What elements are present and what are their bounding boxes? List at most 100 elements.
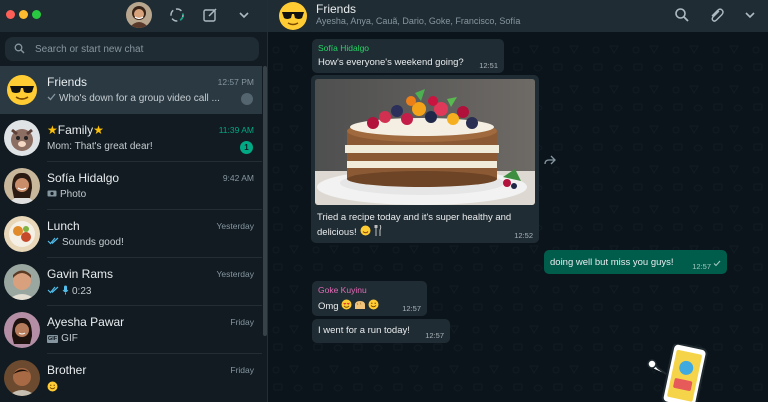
- chat-list-scrollbar[interactable]: [263, 66, 267, 336]
- chevron-down-icon[interactable]: [742, 7, 758, 28]
- message-sender: Goke Kuyinu: [318, 285, 367, 295]
- chat-item-lunch[interactable]: Lunch Sounds good! Yesterday: [0, 210, 262, 258]
- gif-icon: GIF: [47, 334, 59, 343]
- chat-time: 12:57 PM: [217, 77, 254, 87]
- double-check-icon: [47, 237, 59, 248]
- window-close-button[interactable]: [6, 10, 15, 19]
- conversation-title: Friends: [316, 2, 357, 16]
- new-chat-icon[interactable]: [201, 6, 219, 24]
- message-text: I went for a run today!: [318, 325, 410, 336]
- chat-item-friends[interactable]: Friends Who's down for a group video cal…: [0, 66, 262, 114]
- conversation-panel: Friends Ayesha, Anya, Cauã, Dario, Goke,…: [268, 0, 768, 402]
- message-time: 12:57: [402, 304, 421, 313]
- star-icon: ★: [93, 123, 104, 137]
- status-icon[interactable]: [168, 6, 186, 24]
- chat-time: 9:42 AM: [222, 173, 254, 183]
- window-zoom-button[interactable]: [32, 10, 41, 19]
- bread-emoji-icon: [354, 300, 366, 313]
- message-bubble-incoming[interactable]: I went for a run today! 12:57: [312, 319, 450, 343]
- chat-time: Yesterday: [216, 269, 255, 279]
- chat-name: Ayesha Pawar: [47, 315, 125, 329]
- message-bubble-incoming[interactable]: Goke Kuyinu Omg 12:57: [312, 281, 427, 316]
- chat-name: Brother: [47, 363, 87, 377]
- camera-icon: [47, 189, 57, 200]
- chat-name: ★Family★: [47, 123, 104, 137]
- message-bubble-outgoing[interactable]: doing well but miss you guys! 12:57: [544, 250, 727, 274]
- message-sender: Sofía Hidalgo: [318, 43, 370, 53]
- message-content: Omg: [318, 299, 379, 313]
- chat-preview-text: Photo: [60, 189, 87, 200]
- smile-emoji-icon: [47, 381, 58, 395]
- sidebar-header: [0, 0, 267, 32]
- pin-icon: [241, 93, 253, 105]
- chat-preview-text: Who's down for a group video call ...: [59, 93, 220, 104]
- chat-preview: Who's down for a group video call ...: [47, 93, 220, 104]
- photo-caption-text: delicious!: [317, 226, 357, 238]
- chat-name: Lunch: [47, 219, 80, 233]
- chat-list: Friends Who's down for a group video cal…: [0, 66, 262, 402]
- heart-eyes-emoji-icon: [341, 299, 352, 313]
- profile-avatar[interactable]: [126, 2, 152, 28]
- chat-name: Gavin Rams: [47, 267, 114, 281]
- message-text: Omg: [318, 300, 339, 312]
- group-avatar[interactable]: [278, 1, 308, 31]
- chat-preview: Mom: That's great dear!: [47, 141, 153, 152]
- message-time: 12:52: [514, 231, 533, 240]
- conversation-header[interactable]: Friends Ayesha, Anya, Cauã, Dario, Goke,…: [268, 0, 768, 32]
- avatar: [4, 264, 40, 300]
- message-text: doing well but miss you guys!: [550, 257, 674, 268]
- double-check-icon: [47, 286, 59, 297]
- avatar: [4, 360, 40, 396]
- chat-name-text: Family: [57, 123, 94, 137]
- chat-preview: Sounds good!: [47, 237, 124, 248]
- photo-message-bubble[interactable]: Tried a recipe today and it's super heal…: [311, 75, 539, 243]
- chat-name: Sofía Hidalgo: [47, 171, 120, 185]
- avatar: [4, 168, 40, 204]
- cake-photo[interactable]: [315, 79, 535, 205]
- message-bubble-incoming[interactable]: Sofía Hidalgo How's everyone's weekend g…: [312, 39, 504, 73]
- avatar: [4, 312, 40, 348]
- group-avatar: [4, 72, 40, 108]
- chat-time: 11:39 AM: [218, 125, 254, 135]
- chat-preview-text: 0:23: [72, 286, 92, 297]
- photo-caption-line2: delicious!: [317, 224, 382, 239]
- attach-icon[interactable]: [708, 7, 724, 28]
- search-input[interactable]: [35, 43, 215, 55]
- chevron-down-icon[interactable]: [235, 6, 253, 24]
- message-text: How's everyone's weekend going?: [318, 57, 464, 68]
- member-list: Ayesha, Anya, Cauã, Dario, Goke, Francis…: [316, 16, 521, 26]
- search-icon: [14, 41, 25, 59]
- fork-knife-icon: [374, 224, 382, 239]
- chat-preview: GIF GIF: [47, 333, 78, 344]
- chat-time: Yesterday: [216, 221, 255, 231]
- photo-caption-line1: Tried a recipe today and it's super heal…: [317, 212, 512, 223]
- smile-emoji-icon: [368, 299, 379, 313]
- phone-sticker[interactable]: [646, 342, 716, 402]
- chat-name: Friends: [47, 75, 88, 89]
- search-box[interactable]: [5, 37, 259, 61]
- unread-badge: 1: [240, 141, 253, 154]
- search-bar: [0, 32, 267, 66]
- chat-preview-text: GIF: [61, 333, 78, 344]
- window-minimize-button[interactable]: [19, 10, 28, 19]
- chat-preview: [47, 381, 61, 395]
- chat-preview-text: Sounds good!: [62, 237, 124, 248]
- microphone-icon: [62, 285, 69, 298]
- forward-icon[interactable]: [544, 152, 556, 170]
- message-time: 12:51: [479, 61, 498, 70]
- star-icon: ★: [47, 123, 58, 137]
- chat-preview: Photo: [47, 189, 86, 200]
- search-icon[interactable]: [674, 7, 690, 28]
- chat-time: Friday: [230, 365, 254, 375]
- chat-item-family[interactable]: ★Family★ Mom: That's great dear! 11:39 A…: [0, 114, 262, 162]
- chat-sidebar: Friends Who's down for a group video cal…: [0, 0, 268, 402]
- chat-item-ayesha-pawar[interactable]: Ayesha Pawar GIF GIF Friday: [0, 306, 262, 354]
- chat-preview-text: Mom: That's great dear!: [47, 141, 153, 152]
- group-avatar: [4, 216, 40, 252]
- chat-item-gavin-rams[interactable]: Gavin Rams 0:23 Yesterday: [0, 258, 262, 306]
- chat-item-brother[interactable]: Brother Friday: [0, 354, 262, 402]
- chat-preview: 0:23: [47, 285, 91, 298]
- chat-item-sofia-hidalgo[interactable]: Sofía Hidalgo Photo 9:42 AM: [0, 162, 262, 210]
- message-time: 12:57: [425, 331, 444, 340]
- check-icon: [47, 93, 56, 104]
